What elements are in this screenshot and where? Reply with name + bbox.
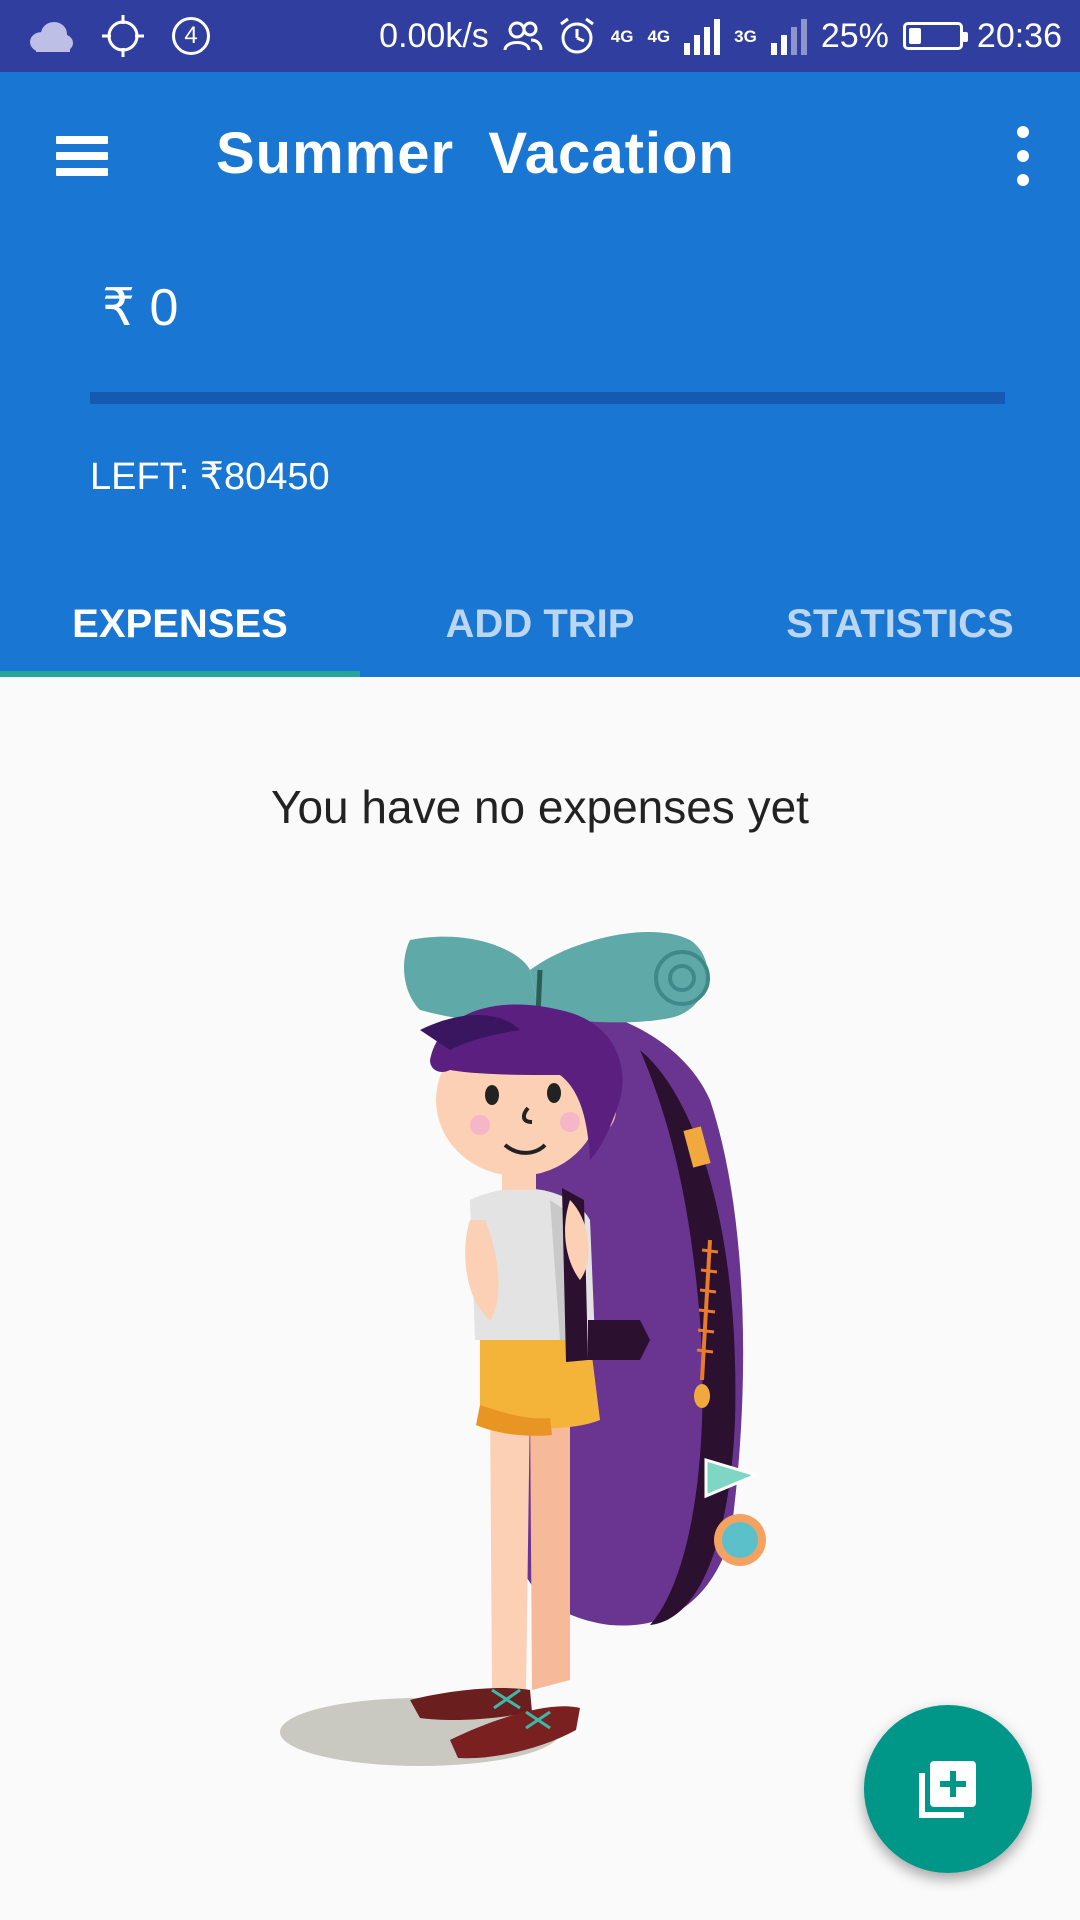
page-title: Summer Vacation (216, 121, 735, 186)
status-bar: 4 0.00k/s 4G 4G 3G 25% 20:36 (0, 0, 1080, 72)
active-tab-indicator (0, 671, 360, 677)
tab-statistics[interactable]: STATISTICS (720, 572, 1080, 677)
location-target-icon (102, 15, 144, 57)
signal-strength-secondary-icon (770, 17, 807, 55)
net-speed: 0.00k/s (379, 16, 489, 55)
battery-percent: 25% (820, 16, 889, 55)
network-4g-label: 4G (610, 26, 634, 46)
tab-expenses[interactable]: EXPENSES (0, 572, 360, 677)
app-header: Summer Vacation ₹ 0 LEFT: ₹80450 EXPENSE… (0, 72, 1080, 677)
contacts-icon (503, 21, 543, 51)
budget-left-label: LEFT: ₹80450 (90, 456, 330, 498)
empty-state-message: You have no expenses yet (271, 781, 809, 833)
weather-cloud-icon (30, 22, 73, 52)
battery-icon (902, 22, 968, 50)
signal-strength-icon (684, 17, 721, 55)
network-4g-label-secondary: 4G (647, 26, 671, 46)
budget-progress-bar (90, 392, 1005, 404)
more-vert-icon[interactable] (1008, 126, 1038, 186)
spent-amount: ₹ 0 (102, 279, 179, 337)
tab-add-trip[interactable]: ADD TRIP (360, 572, 720, 677)
hamburger-icon[interactable] (52, 130, 112, 182)
add-expense-icon (919, 1761, 976, 1818)
clock-time: 20:36 (976, 16, 1062, 55)
network-3g-label: 3G (734, 26, 757, 46)
tab-bar: EXPENSES ADD TRIP STATISTICS (0, 572, 1080, 677)
backpacker-illustration (280, 931, 766, 1766)
alarm-clock-icon (559, 17, 594, 54)
notification-count-badge: 4 (172, 17, 210, 55)
add-expense-button[interactable] (864, 1705, 1032, 1873)
